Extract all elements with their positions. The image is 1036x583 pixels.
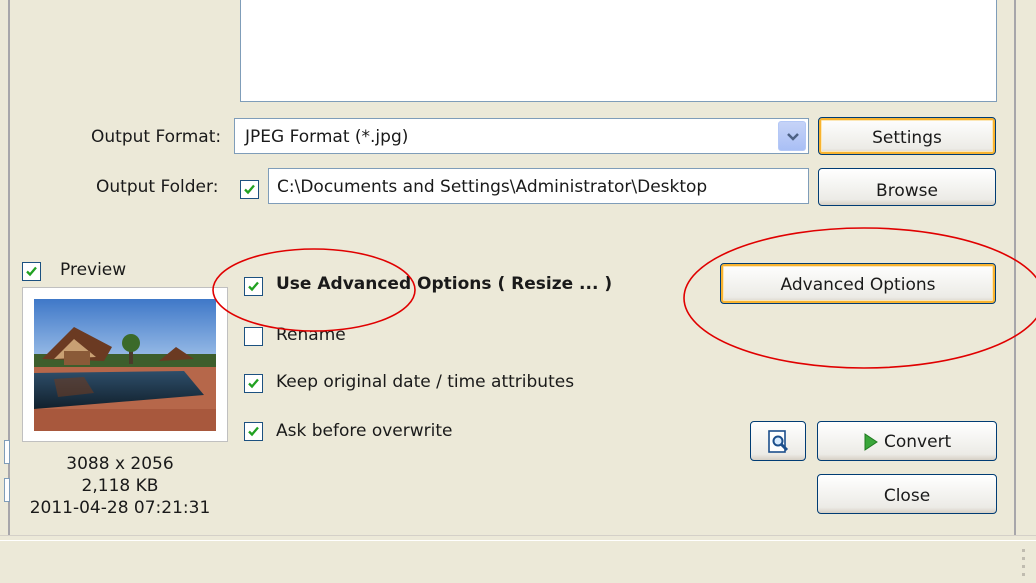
resize-grip-icon[interactable] — [1012, 545, 1028, 579]
annotation-ellipse-checkbox — [212, 248, 416, 332]
status-bar — [0, 535, 1036, 583]
annotation-ellipse-button — [683, 227, 1036, 369]
annotation-overlay — [212, 227, 1036, 369]
dialog-panel: Output Format: JPEG Format (*.jpg) Setti… — [0, 0, 1036, 535]
